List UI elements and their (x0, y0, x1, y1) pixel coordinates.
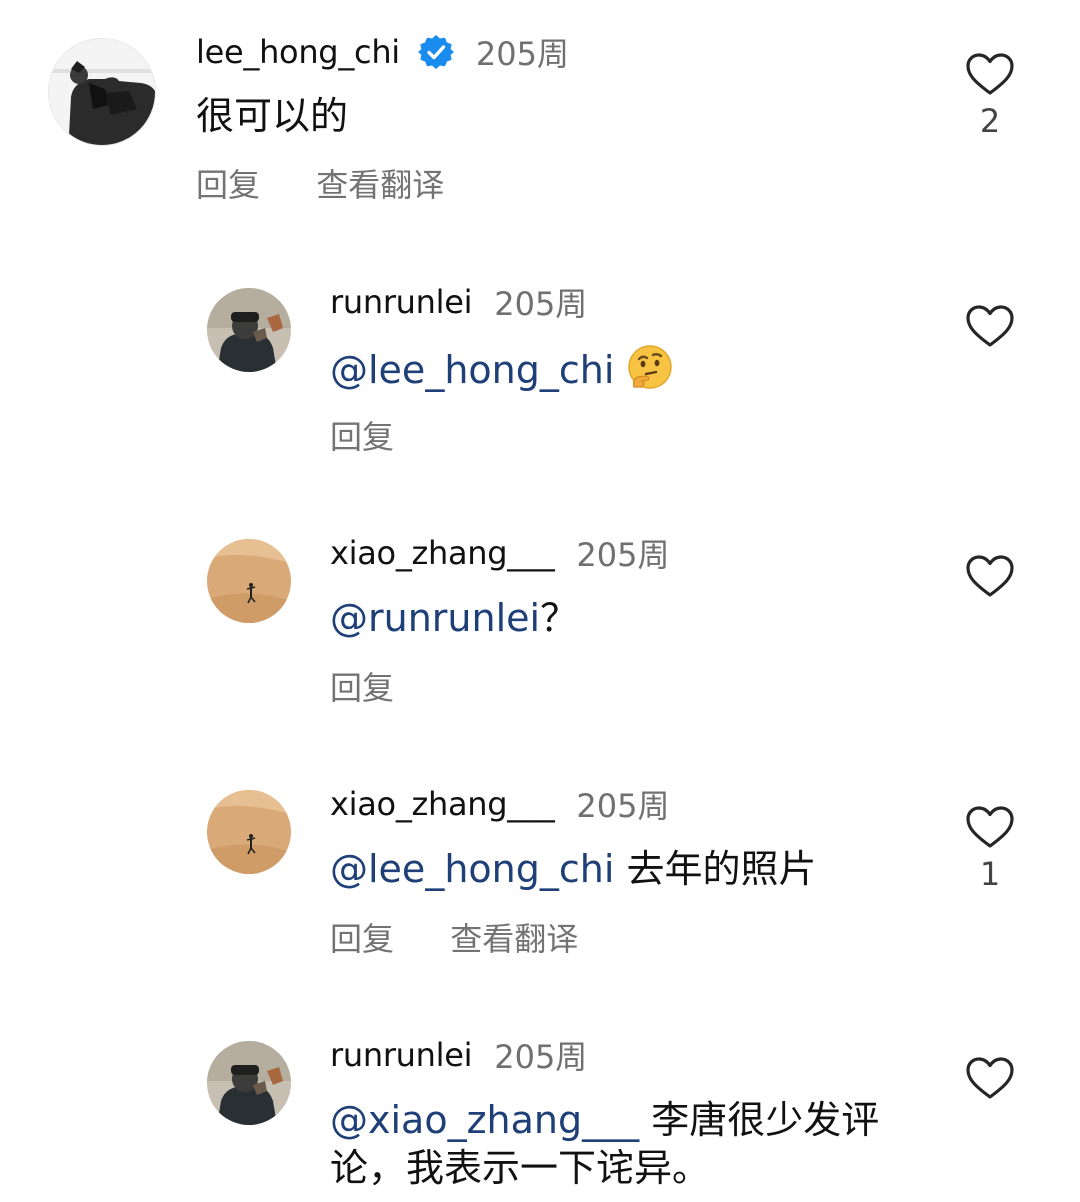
comment-header: runrunlei 205周 (330, 1033, 587, 1077)
like-button[interactable]: 2 (965, 52, 1015, 140)
comment-actions: 回复 查看翻译 (196, 160, 490, 206)
like-button[interactable] (965, 554, 1015, 598)
reply-button[interactable]: 回复 (330, 920, 394, 958)
comment-actions: 回复 查看翻译 (330, 914, 624, 960)
timestamp: 205周 (576, 787, 670, 825)
comment-body: 去年的照片 (626, 847, 817, 891)
username[interactable]: xiao_zhang___ (330, 534, 555, 572)
thinking-face-emoji (626, 343, 674, 391)
like-button[interactable] (965, 1056, 1015, 1100)
username[interactable]: runrunlei (330, 283, 473, 321)
comment-text: @lee_hong_chi (330, 343, 674, 394)
timestamp: 205周 (494, 1038, 588, 1076)
comment-header: xiao_zhang___ 205周 (330, 782, 670, 826)
see-translation-button[interactable]: 查看翻译 (316, 166, 444, 204)
avatar[interactable] (207, 1041, 291, 1125)
avatar[interactable] (207, 288, 291, 372)
avatar[interactable] (207, 539, 291, 623)
username[interactable]: xiao_zhang___ (330, 785, 555, 823)
comment-text: @xiao_zhang___ 李唐很少发评 论，我表示一下诧异。 (330, 1096, 879, 1192)
like-count: 1 (979, 855, 1001, 893)
reply-button[interactable]: 回复 (330, 669, 394, 707)
heart-outline-icon (966, 806, 1014, 848)
mention-link[interactable]: @lee_hong_chi (330, 847, 614, 891)
timestamp: 205周 (475, 35, 569, 73)
username[interactable]: runrunlei (330, 1036, 473, 1074)
username[interactable]: lee_hong_chi (196, 33, 400, 71)
comment-actions: 回复 (330, 663, 440, 709)
avatar[interactable] (207, 790, 291, 874)
mention-link[interactable]: @runrunlei (330, 596, 540, 640)
comment-text: @lee_hong_chi 去年的照片 (330, 845, 817, 893)
mention-link[interactable]: @xiao_zhang___ (330, 1098, 639, 1142)
comment-text: 很可以的 (196, 92, 348, 140)
avatar[interactable] (48, 38, 156, 146)
comment-body: 李唐很少发评 (651, 1098, 880, 1142)
heart-outline-icon (966, 53, 1014, 95)
like-button[interactable] (965, 304, 1015, 348)
reply-button[interactable]: 回复 (330, 418, 394, 456)
verified-badge-icon (417, 34, 454, 70)
comment-body: ？ (540, 596, 579, 640)
reply-button[interactable]: 回复 (196, 166, 260, 204)
comment-body: 很可以的 (196, 94, 349, 138)
like-button[interactable]: 1 (965, 805, 1015, 893)
see-translation-button[interactable]: 查看翻译 (450, 920, 578, 958)
mention-link[interactable]: @lee_hong_chi (330, 348, 614, 392)
heart-outline-icon (966, 305, 1014, 347)
comment-header: xiao_zhang___ 205周 (330, 531, 670, 575)
timestamp: 205周 (576, 536, 670, 574)
heart-outline-icon (966, 1057, 1014, 1099)
comment-header: runrunlei 205周 (330, 280, 587, 324)
like-count: 2 (979, 102, 1001, 140)
timestamp: 205周 (494, 285, 588, 323)
comment-text: @runrunlei？ (330, 594, 578, 642)
comment-body-line-2: 论，我表示一下诧异。 (330, 1146, 711, 1190)
heart-outline-icon (966, 555, 1014, 597)
comment-header: lee_hong_chi 205周 (196, 30, 569, 74)
comment-actions: 回复 (330, 412, 440, 458)
